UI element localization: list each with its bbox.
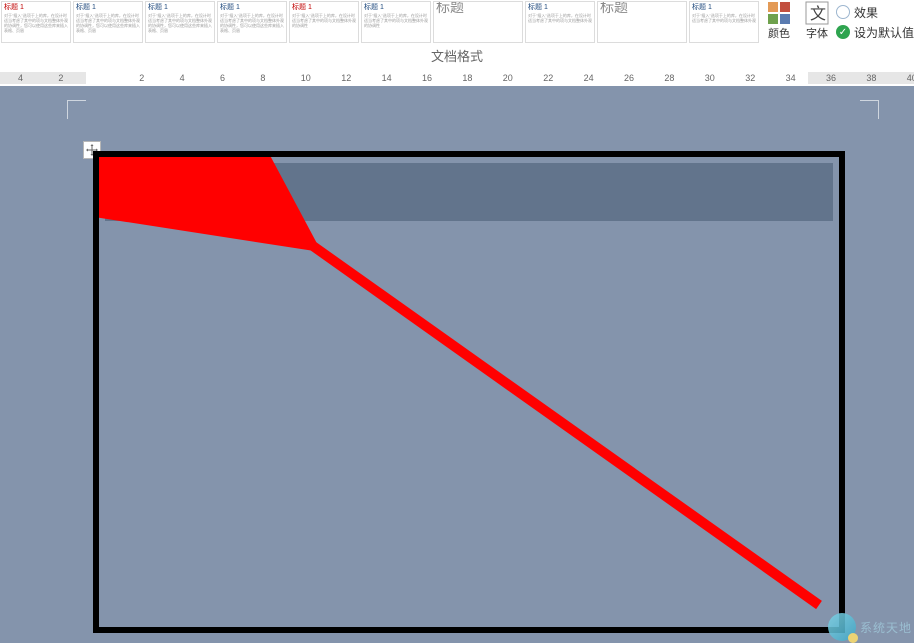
ruler-tick: 18 (462, 73, 472, 83)
ruler-tick: 38 (866, 73, 876, 83)
ruler-tick: 32 (745, 73, 755, 83)
ruler-tick: 2 (139, 73, 144, 83)
ribbon-group-label: 文档格式 (0, 46, 914, 68)
ruler-active (86, 72, 808, 84)
ruler-tick: 28 (664, 73, 674, 83)
check-icon: ✓ (836, 25, 850, 39)
ruler-tick: 26 (624, 73, 634, 83)
watermark-text: 系统天地 (860, 619, 912, 636)
ruler-tick: 8 (260, 73, 265, 83)
page (73, 106, 873, 636)
ruler-tick: 30 (705, 73, 715, 83)
margin-corner-icon (860, 100, 879, 119)
style-gallery[interactable]: 标题 1对于"插入"选项于上的库，在设计时适当考虑了其中的项与文档整体外观的协调… (0, 0, 760, 46)
ruler-tick: 2 (58, 73, 63, 83)
circle-icon (836, 5, 850, 19)
effects-option[interactable]: 效果 (836, 2, 914, 22)
fonts-button[interactable]: 文 字体 (798, 0, 836, 44)
colors-button[interactable]: 颜色 (760, 0, 798, 44)
fonts-label: 字体 (806, 25, 828, 41)
style-item[interactable]: 标题 1对于"插入"选项于上的库，在设计时适当考虑了其中的项与文档整体外观的协调… (217, 1, 287, 43)
ribbon-right-group: 颜色 文 字体 效果 ✓ 设为默认值 (760, 0, 914, 46)
ribbon-options: 效果 ✓ 设为默认值 (836, 0, 914, 44)
style-item-label: 标题 (600, 3, 684, 12)
style-item[interactable]: 标题 1对于"插入"选项于上的库，在设计时适当考虑了其中的项与文档整体外观的协调… (145, 1, 215, 43)
ruler-tick: 4 (18, 73, 23, 83)
text-frame[interactable] (93, 151, 845, 633)
style-item-label: 标题 1 (4, 3, 68, 12)
style-item-preview: 对于"插入"选项于上的库，在设计时适当考虑了其中的项与文档整体外观的协调性，您可… (4, 13, 68, 33)
ruler-tick: 36 (826, 73, 836, 83)
style-item[interactable]: 标题 1对于"插入"选项于上的库，在设计时适当考虑了其中的项与文档整体外观的协调… (73, 1, 143, 43)
style-item[interactable]: 标题 (433, 1, 523, 43)
style-item[interactable]: 标题 (597, 1, 687, 43)
style-item[interactable]: 标题 1对于"插入"选项于上的库，在设计时适当考虑了其中的项与文档整体外观的协调… (361, 1, 431, 43)
ruler-tick: 12 (341, 73, 351, 83)
style-item-preview: 对于"插入"选项于上的库，在设计时适当考虑了其中的项与文档整体外观的协调性 (364, 13, 428, 28)
ruler-tick: 14 (382, 73, 392, 83)
ruler-tick: 22 (543, 73, 553, 83)
effects-label: 效果 (854, 4, 878, 21)
style-item[interactable]: 标题 1对于"插入"选项于上的库，在设计时适当考虑了其中的项与文档整体外观的协调… (1, 1, 71, 43)
horizontal-ruler[interactable]: 42246810121416182022242628303234363840 (0, 70, 914, 86)
document-canvas[interactable]: 系统天地 (0, 86, 914, 643)
style-item[interactable]: 标题 1对于"插入"选项于上的库，在设计时适当考虑了其中的项与文档整体外观的协调… (289, 1, 359, 43)
style-item-preview: 对于"插入"选项于上的库，在设计时适当考虑了其中的项与文档整体外观 (528, 13, 592, 23)
style-item[interactable]: 标题 1对于"插入"选项于上的库，在设计时适当考虑了其中的项与文档整体外观 (689, 1, 759, 43)
ruler-tick: 34 (786, 73, 796, 83)
colors-label: 颜色 (768, 25, 790, 41)
style-item-label: 标题 1 (364, 3, 428, 12)
ruler-tick: 6 (220, 73, 225, 83)
svg-text:文: 文 (810, 5, 826, 23)
margin-corner-icon (67, 100, 86, 119)
style-item-label: 标题 1 (528, 3, 592, 12)
style-item-label: 标题 1 (292, 3, 356, 12)
font-icon: 文 (805, 1, 829, 25)
ruler-tick: 40 (907, 73, 914, 83)
style-item-preview: 对于"插入"选项于上的库，在设计时适当考虑了其中的项与文档整体外观的协调性，您可… (76, 13, 140, 33)
style-item-preview: 对于"插入"选项于上的库，在设计时适当考虑了其中的项与文档整体外观的协调性，您可… (220, 13, 284, 33)
set-default-label: 设为默认值 (854, 24, 914, 41)
style-item-label: 标题 (436, 3, 520, 12)
style-item-label: 标题 1 (692, 3, 756, 12)
header-strip (105, 163, 833, 221)
ruler-tick: 16 (422, 73, 432, 83)
ruler-tick: 4 (180, 73, 185, 83)
set-default-option[interactable]: ✓ 设为默认值 (836, 22, 914, 42)
watermark: 系统天地 (828, 613, 912, 641)
color-swatch-icon (767, 1, 791, 25)
ruler-tick: 20 (503, 73, 513, 83)
style-item-label: 标题 1 (76, 3, 140, 12)
style-item-preview: 对于"插入"选项于上的库，在设计时适当考虑了其中的项与文档整体外观的协调性 (292, 13, 356, 28)
annotation-arrow-icon (99, 157, 839, 627)
style-item-label: 标题 1 (220, 3, 284, 12)
watermark-icon (828, 613, 856, 641)
ruler-tick: 24 (584, 73, 594, 83)
ruler-tick: 10 (301, 73, 311, 83)
style-item-label: 标题 1 (148, 3, 212, 12)
style-item-preview: 对于"插入"选项于上的库，在设计时适当考虑了其中的项与文档整体外观的协调性，您可… (148, 13, 212, 33)
style-item-preview: 对于"插入"选项于上的库，在设计时适当考虑了其中的项与文档整体外观 (692, 13, 756, 23)
style-item[interactable]: 标题 1对于"插入"选项于上的库，在设计时适当考虑了其中的项与文档整体外观 (525, 1, 595, 43)
